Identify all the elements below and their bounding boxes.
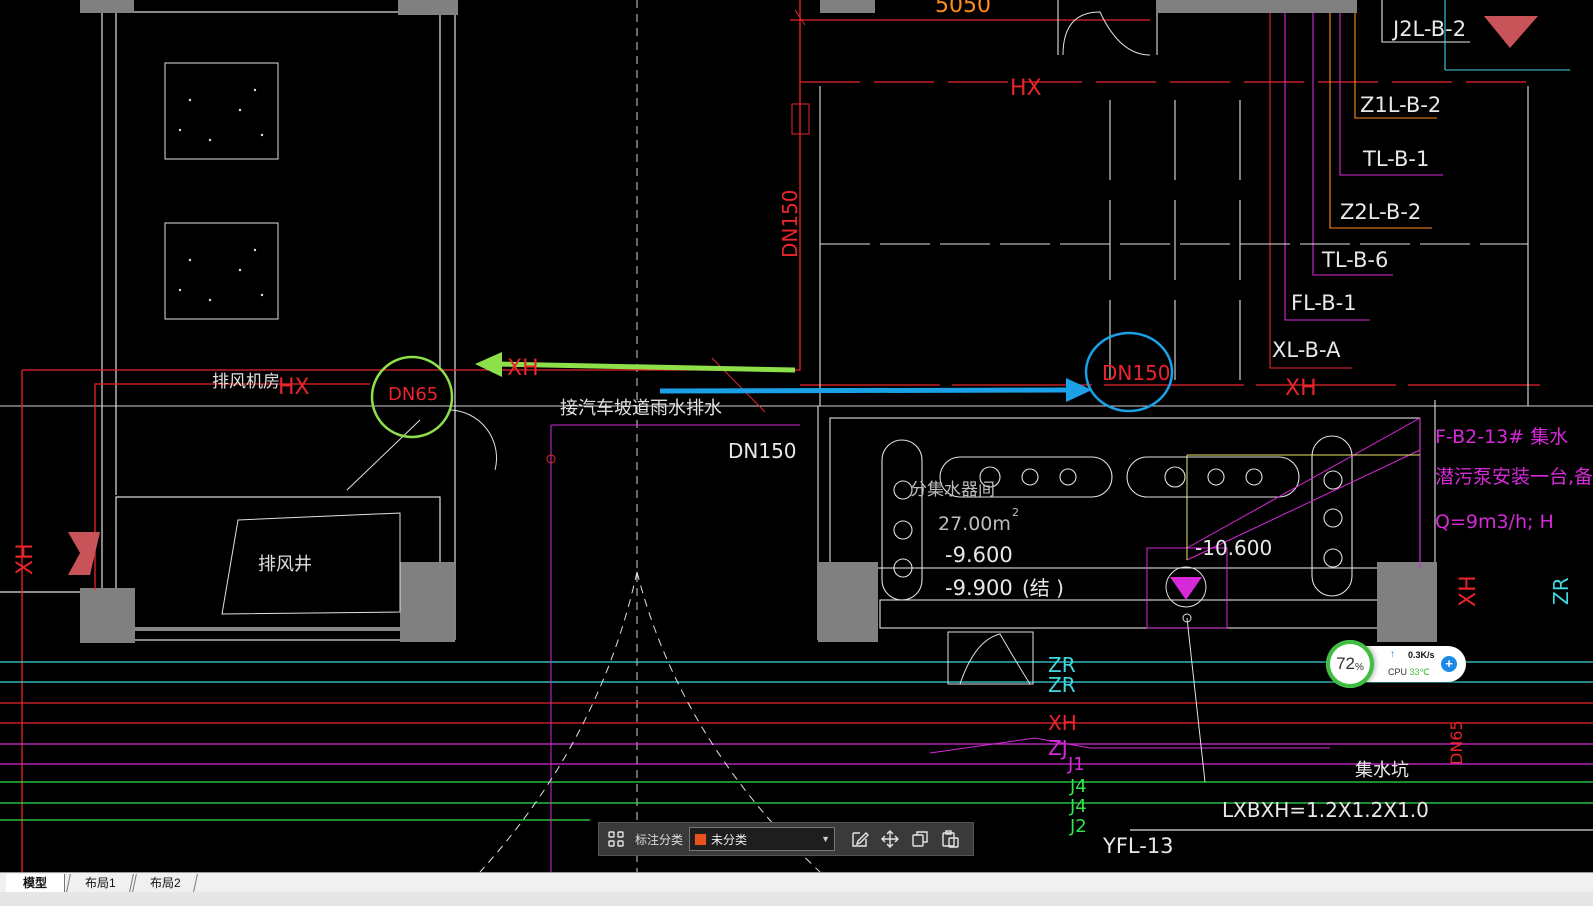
label-j4a: J4 bbox=[1069, 776, 1087, 797]
category-color-swatch bbox=[694, 832, 708, 846]
label-zr-2: ZR bbox=[1048, 673, 1076, 697]
label-elev2: -9.900 bbox=[945, 576, 1013, 600]
label-hx-left: HX bbox=[278, 375, 310, 400]
tab-layout-2[interactable]: 布局2 bbox=[132, 874, 198, 892]
arrow-green-head bbox=[475, 352, 502, 377]
edit-annotation-button[interactable] bbox=[845, 825, 875, 853]
sump-pump-marker bbox=[1170, 577, 1202, 600]
cpu-temp-value: 33℃ bbox=[1409, 667, 1430, 677]
label-xh-bottom: XH bbox=[1048, 711, 1077, 735]
label-elev2-suffix: (结 ) bbox=[1022, 576, 1064, 600]
chevron-down-icon: ▼ bbox=[821, 834, 831, 844]
tab-layout-1[interactable]: 布局1 bbox=[66, 874, 134, 892]
red-pipes-left bbox=[21, 0, 1540, 872]
label-elev1: -9.600 bbox=[945, 543, 1013, 567]
dimension-top: 5050 bbox=[935, 0, 991, 18]
paste-icon bbox=[942, 830, 959, 848]
label-exhaust-room: 排风机房 bbox=[212, 372, 280, 392]
pipe-tag-z2l-b-2: Z2L-B-2 bbox=[1340, 200, 1421, 224]
memory-percent: 72 bbox=[1336, 654, 1355, 673]
column-bottom-right-2 bbox=[1377, 562, 1437, 642]
label-dn150-circle: DN150 bbox=[1102, 361, 1171, 385]
label-sump: 集水坑 bbox=[1355, 760, 1409, 781]
cpu-label: CPU bbox=[1388, 667, 1408, 677]
label-xh-left-vertical: XH bbox=[13, 543, 38, 575]
tab-layout-2-label: 布局2 bbox=[149, 876, 181, 890]
arrow-blue-shaft bbox=[659, 387, 1069, 394]
pipe-tag-fl-b-1: FL-B-1 bbox=[1291, 291, 1357, 315]
label-area-sup: 2 bbox=[1012, 506, 1019, 519]
copy-annotation-button[interactable] bbox=[905, 825, 935, 853]
column-bottom-mid bbox=[400, 562, 455, 642]
label-pump-note-2: 潜污泵安装一台,备用 bbox=[1435, 466, 1593, 488]
label-yfl: YFL-13 bbox=[1102, 834, 1174, 858]
tab-layout-1-label: 布局1 bbox=[84, 876, 116, 890]
expand-plus-icon[interactable]: + bbox=[1441, 656, 1457, 672]
column-top-mid bbox=[398, 0, 458, 15]
label-dn150-vertical: DN150 bbox=[778, 189, 802, 258]
network-speed: 0.3K/s bbox=[1408, 650, 1435, 660]
upload-arrow-icon: ↑ bbox=[1390, 649, 1395, 660]
label-xh-arrow: XH bbox=[507, 356, 539, 381]
layout-tab-bar: 模型 布局1 布局2 bbox=[0, 872, 1593, 892]
label-j2: J2 bbox=[1069, 816, 1087, 837]
label-xh-right-vertical: XH bbox=[1456, 575, 1481, 607]
cpu-temperature: CPU 33℃ bbox=[1388, 667, 1430, 678]
move-icon bbox=[881, 830, 900, 848]
pipe-tag-tl-b-1: TL-B-1 bbox=[1362, 147, 1429, 171]
left-wall-lines bbox=[0, 0, 456, 641]
label-dn150-below: DN150 bbox=[728, 439, 797, 463]
pipe-tag-z1l-b-2: Z1L-B-2 bbox=[1360, 93, 1441, 117]
paste-annotation-button[interactable] bbox=[935, 825, 965, 853]
label-exhaust-shaft: 排风井 bbox=[258, 554, 312, 575]
move-annotation-button[interactable] bbox=[875, 825, 905, 853]
duct-boxes bbox=[164, 62, 401, 615]
label-xh-right: XH bbox=[1285, 376, 1317, 401]
label-zr-right: ZR bbox=[1549, 577, 1573, 605]
annotation-category-select[interactable]: 未分类 ▼ bbox=[689, 827, 836, 851]
label-area: 27.00m bbox=[938, 513, 1011, 535]
annotation-toolbar: 标注分类 未分类 ▼ bbox=[598, 822, 974, 856]
label-j1: J1 bbox=[1067, 754, 1085, 775]
column-bottom-right-1 bbox=[818, 562, 878, 642]
pipe-tag-xl-b-a: XL-B-A bbox=[1272, 338, 1341, 362]
label-zj: ZJ bbox=[1048, 736, 1068, 760]
pipe-tag-j2l-b-2: J2L-B-2 bbox=[1391, 17, 1466, 41]
sump-leader bbox=[1186, 617, 1206, 783]
system-monitor-widget[interactable]: 72% ↑ 0.3K/s CPU 33℃ + bbox=[1326, 640, 1466, 688]
label-dn65-right: DN65 bbox=[1447, 720, 1466, 765]
arrow-green-shaft bbox=[494, 361, 796, 373]
copy-icon bbox=[912, 831, 928, 847]
column-top-right-1 bbox=[820, 0, 875, 13]
label-ramp-note: 接汽车坡道雨水排水 bbox=[560, 398, 722, 419]
annotation-category-label: 标注分类 bbox=[635, 832, 684, 847]
status-strip bbox=[0, 892, 1593, 906]
duct-hatch-dots bbox=[178, 88, 264, 302]
label-hx-top: HX bbox=[1010, 76, 1042, 101]
selected-category: 未分类 bbox=[711, 832, 748, 847]
percent-sign: % bbox=[1355, 661, 1364, 673]
label-pump-note-1: F-B2-13# 集水 bbox=[1435, 426, 1568, 448]
column-top-left bbox=[80, 0, 134, 13]
column-bottom-left bbox=[80, 588, 135, 643]
label-pump-note-3: Q=9m3/h; H bbox=[1435, 511, 1554, 533]
label-collection-room: 分集水器间 bbox=[910, 480, 995, 500]
valve-symbol-top-right bbox=[1484, 16, 1538, 48]
drain-slope-line bbox=[929, 737, 1330, 754]
column-top-right-2 bbox=[1157, 0, 1357, 13]
label-elev3: -10.600 bbox=[1195, 536, 1272, 560]
label-j4b: J4 bbox=[1069, 796, 1087, 817]
label-sump-dim: LXBXH=1.2X1.2X1.0 bbox=[1222, 798, 1429, 822]
dn65-leader bbox=[346, 419, 421, 491]
pipe-tag-tl-b-6: TL-B-6 bbox=[1321, 248, 1388, 272]
grid-apps-icon[interactable] bbox=[605, 828, 627, 850]
edit-icon bbox=[852, 832, 870, 847]
tab-model[interactable]: 模型 bbox=[6, 874, 65, 892]
cad-drawing-canvas[interactable]: 5050 HX HX XH XH XH DN150 DN65 ZR XH DN1… bbox=[0, 0, 1593, 872]
memory-usage-ring[interactable]: 72% bbox=[1326, 640, 1374, 688]
label-dn65-circle: DN65 bbox=[388, 384, 438, 405]
